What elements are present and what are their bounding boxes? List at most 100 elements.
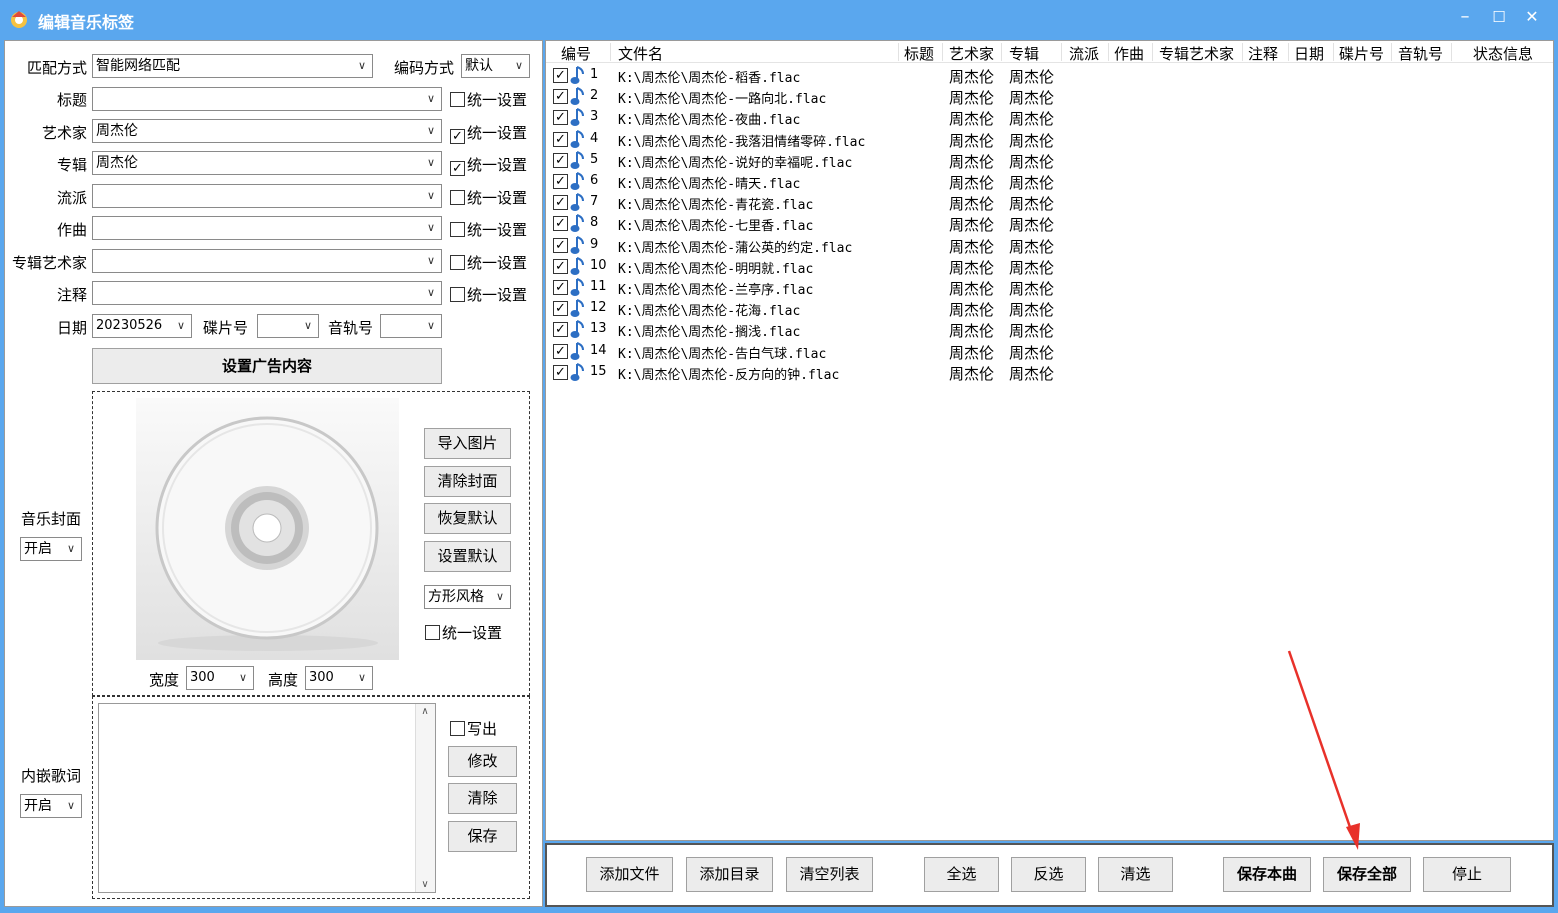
lyrics-state-select[interactable]: 开启 ∨ <box>20 794 82 818</box>
lyrics-clear-button[interactable]: 清除 <box>448 783 517 814</box>
close-button[interactable]: ✕ <box>1517 4 1547 30</box>
row-artist: 周杰伦 <box>949 301 995 320</box>
height-select[interactable]: 300 ∨ <box>305 666 373 690</box>
scroll-up-icon[interactable]: ∧ <box>416 706 434 717</box>
row-checkbox[interactable]: ✓ <box>553 280 568 295</box>
table-row[interactable]: ✓ 13 K:\周杰伦\周杰伦-搁浅.flac 周杰伦 周杰伦 <box>546 319 1553 340</box>
invert-selection-button[interactable]: 反选 <box>1011 857 1086 892</box>
date-select[interactable]: 20230526 ∨ <box>92 314 192 338</box>
col-header[interactable]: 文件名 <box>618 43 663 64</box>
save-current-button[interactable]: 保存本曲 <box>1223 857 1311 892</box>
table-row[interactable]: ✓ 15 K:\周杰伦\周杰伦-反方向的钟.flac 周杰伦 周杰伦 <box>546 362 1553 383</box>
row-checkbox[interactable]: ✓ <box>553 89 568 105</box>
col-header[interactable]: 日期 <box>1294 43 1324 64</box>
col-header[interactable]: 流派 <box>1069 43 1099 64</box>
add-directory-button[interactable]: 添加目录 <box>686 857 773 892</box>
stop-button[interactable]: 停止 <box>1423 857 1511 892</box>
row-checkbox[interactable]: ✓ <box>553 68 568 83</box>
clear-list-button[interactable]: 清空列表 <box>786 857 873 892</box>
col-header[interactable]: 注释 <box>1248 43 1278 64</box>
row-checkbox[interactable]: ✓ <box>553 237 568 253</box>
row-checkbox[interactable]: ✓ <box>553 301 568 317</box>
artist-input[interactable]: 周杰伦 ∨ <box>92 119 442 143</box>
restore-default-button[interactable]: 恢复默认 <box>424 503 511 534</box>
row-checkbox[interactable]: ✓ <box>553 258 568 274</box>
comment-unify-checkbox[interactable]: 统一设置 <box>450 284 527 305</box>
set-default-button[interactable]: 设置默认 <box>424 541 511 572</box>
unify-label: 统一设置 <box>467 286 528 304</box>
disc-select[interactable]: ∨ <box>257 314 319 338</box>
scroll-down-icon[interactable]: ∨ <box>416 879 434 890</box>
lyrics-state-value: 开启 <box>24 798 52 814</box>
row-checkbox[interactable]: ✓ <box>553 152 568 168</box>
lyrics-textarea[interactable]: ∧ ∨ <box>98 703 436 893</box>
lyrics-save-button[interactable]: 保存 <box>448 821 517 852</box>
unify-label: 统一设置 <box>467 91 528 109</box>
title-unify-checkbox[interactable]: 统一设置 <box>450 89 527 110</box>
table-row[interactable]: ✓ 8 K:\周杰伦\周杰伦-七里香.flac 周杰伦 周杰伦 <box>546 213 1553 234</box>
cover-state-select[interactable]: 开启 ∨ <box>20 537 82 561</box>
match-mode-label: 匹配方式 <box>27 59 88 77</box>
minimize-button[interactable]: – <box>1450 4 1480 30</box>
table-row[interactable]: ✓ 10 K:\周杰伦\周杰伦-明明就.flac 周杰伦 周杰伦 <box>546 256 1553 277</box>
add-file-button[interactable]: 添加文件 <box>586 857 673 892</box>
table-row[interactable]: ✓ 6 K:\周杰伦\周杰伦-晴天.flac 周杰伦 周杰伦 <box>546 171 1553 192</box>
table-row[interactable]: ✓ 1 K:\周杰伦\周杰伦-稻香.flac 周杰伦 周杰伦 <box>546 65 1553 86</box>
lyrics-modify-button[interactable]: 修改 <box>448 746 517 777</box>
artist-unify-checkbox[interactable]: ✓ 统一设置 <box>450 122 527 144</box>
row-checkbox[interactable]: ✓ <box>553 110 568 126</box>
table-row[interactable]: ✓ 11 K:\周杰伦\周杰伦-兰亭序.flac 周杰伦 周杰伦 <box>546 277 1553 298</box>
table-row[interactable]: ✓ 3 K:\周杰伦\周杰伦-夜曲.flac 周杰伦 周杰伦 <box>546 107 1553 128</box>
col-header[interactable]: 专辑 <box>1009 43 1039 64</box>
row-checkbox[interactable]: ✓ <box>553 364 568 380</box>
row-filename: K:\周杰伦\周杰伦-稻香.flac <box>618 71 801 86</box>
comment-input[interactable]: ∨ <box>92 281 442 305</box>
set-ad-content-button[interactable]: 设置广告内容 <box>92 348 442 384</box>
select-all-button[interactable]: 全选 <box>924 857 999 892</box>
clear-selection-button[interactable]: 清选 <box>1098 857 1173 892</box>
lyrics-scrollbar[interactable]: ∧ ∨ <box>415 704 435 892</box>
table-row[interactable]: ✓ 7 K:\周杰伦\周杰伦-青花瓷.flac 周杰伦 周杰伦 <box>546 192 1553 213</box>
clear-cover-button[interactable]: 清除封面 <box>424 466 511 497</box>
table-row[interactable]: ✓ 9 K:\周杰伦\周杰伦-蒲公英的约定.flac 周杰伦 周杰伦 <box>546 235 1553 256</box>
album-artist-unify-checkbox[interactable]: 统一设置 <box>450 252 527 273</box>
table-row[interactable]: ✓ 14 K:\周杰伦\周杰伦-告白气球.flac 周杰伦 周杰伦 <box>546 341 1553 362</box>
table-row[interactable]: ✓ 12 K:\周杰伦\周杰伦-花海.flac 周杰伦 周杰伦 <box>546 298 1553 319</box>
import-image-button[interactable]: 导入图片 <box>424 428 511 459</box>
table-row[interactable]: ✓ 2 K:\周杰伦\周杰伦-一路向北.flac 周杰伦 周杰伦 <box>546 86 1553 107</box>
maximize-button[interactable]: ☐ <box>1484 4 1514 30</box>
row-checkbox[interactable]: ✓ <box>553 322 568 338</box>
composer-unify-checkbox[interactable]: 统一设置 <box>450 219 527 240</box>
table-row[interactable]: ✓ 5 K:\周杰伦\周杰伦-说好的幸福呢.flac 周杰伦 周杰伦 <box>546 150 1553 171</box>
title-input[interactable]: ∨ <box>92 87 442 111</box>
genre-unify-checkbox[interactable]: 统一设置 <box>450 187 527 208</box>
track-select[interactable]: ∨ <box>380 314 442 338</box>
genre-input[interactable]: ∨ <box>92 184 442 208</box>
row-checkbox[interactable]: ✓ <box>553 195 568 211</box>
col-header[interactable]: 标题 <box>904 43 934 64</box>
album-input[interactable]: 周杰伦 ∨ <box>92 151 442 175</box>
row-checkbox[interactable]: ✓ <box>553 343 568 359</box>
table-row[interactable]: ✓ 4 K:\周杰伦\周杰伦-我落泪情绪零碎.flac 周杰伦 周杰伦 <box>546 129 1553 150</box>
cover-unify-checkbox[interactable]: 统一设置 <box>425 622 502 643</box>
col-header[interactable]: 专辑艺术家 <box>1159 43 1234 64</box>
match-mode-select[interactable]: 智能网络匹配 ∨ <box>92 54 373 78</box>
row-checkbox[interactable]: ✓ <box>553 131 568 147</box>
row-number: 6 <box>590 173 599 188</box>
lyrics-write-checkbox[interactable]: 写出 <box>450 718 497 739</box>
composer-input[interactable]: ∨ <box>92 216 442 240</box>
col-header[interactable]: 状态信息 <box>1473 43 1533 64</box>
cover-style-select[interactable]: 方形风格 ∨ <box>424 585 511 609</box>
row-checkbox[interactable]: ✓ <box>553 174 568 189</box>
width-select[interactable]: 300 ∨ <box>186 666 254 690</box>
save-all-button[interactable]: 保存全部 <box>1323 857 1411 892</box>
col-header[interactable]: 碟片号 <box>1339 43 1384 64</box>
col-header[interactable]: 作曲 <box>1114 43 1144 64</box>
album-unify-checkbox[interactable]: ✓ 统一设置 <box>450 154 527 176</box>
album-artist-input[interactable]: ∨ <box>92 249 442 273</box>
col-header[interactable]: 编号 <box>561 43 591 64</box>
col-header[interactable]: 艺术家 <box>949 43 994 64</box>
col-header[interactable]: 音轨号 <box>1398 43 1443 64</box>
encoding-select[interactable]: 默认 ∨ <box>461 54 530 78</box>
row-checkbox[interactable]: ✓ <box>553 216 568 232</box>
